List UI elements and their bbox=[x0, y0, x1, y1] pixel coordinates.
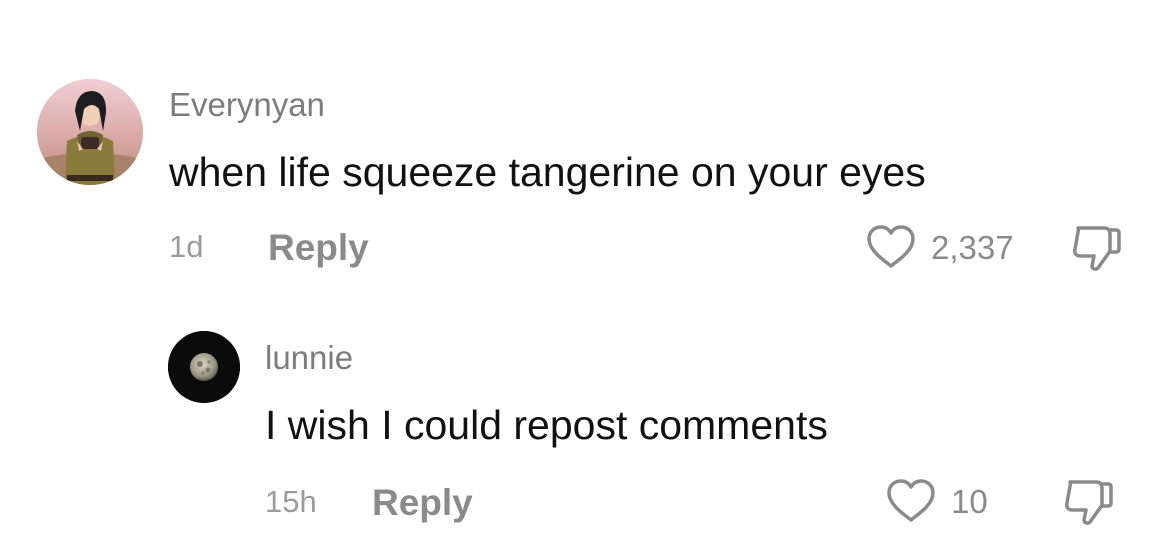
comment-thread: Everynyan when life squeeze tangerine on… bbox=[0, 0, 1169, 538]
like-count: 10 bbox=[951, 482, 988, 520]
dislike-button[interactable] bbox=[1070, 222, 1124, 277]
avatar[interactable] bbox=[168, 331, 240, 403]
like-button[interactable]: 2,337 bbox=[865, 224, 1014, 270]
avatar[interactable] bbox=[37, 79, 143, 185]
like-button[interactable]: 10 bbox=[885, 478, 988, 524]
like-count: 2,337 bbox=[931, 228, 1014, 266]
thumbs-down-outline-icon bbox=[1065, 480, 1113, 525]
dislike-button[interactable] bbox=[1062, 476, 1116, 531]
moon-avatar-icon bbox=[168, 331, 240, 403]
reply-button[interactable]: Reply bbox=[372, 484, 473, 521]
heart-outline-icon bbox=[887, 479, 935, 522]
comment-username[interactable]: Everynyan bbox=[169, 88, 325, 121]
reply-username[interactable]: lunnie bbox=[265, 341, 353, 374]
reply-button[interactable]: Reply bbox=[268, 229, 369, 266]
reply-timestamp: 15h bbox=[265, 484, 317, 519]
comment-text: when life squeeze tangerine on your eyes bbox=[169, 149, 926, 195]
thumbs-down-outline-icon bbox=[1073, 226, 1121, 271]
heart-outline-icon bbox=[867, 225, 915, 268]
reply-text: I wish I could repost comments bbox=[265, 402, 828, 448]
comment-timestamp: 1d bbox=[169, 229, 204, 264]
anime-character-avatar-icon bbox=[37, 79, 143, 185]
